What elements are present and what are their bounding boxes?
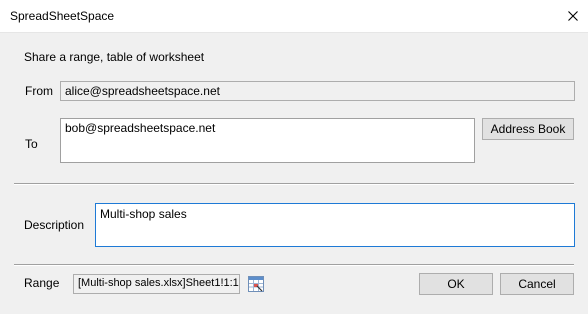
- title-bar: SpreadSheetSpace: [0, 0, 588, 33]
- dialog-heading: Share a range, table of worksheet: [24, 50, 205, 64]
- address-book-button[interactable]: Address Book: [482, 118, 574, 140]
- window-title: SpreadSheetSpace: [10, 9, 115, 23]
- close-button[interactable]: [562, 6, 584, 26]
- from-label: From: [25, 84, 53, 98]
- to-field[interactable]: bob@spreadsheetspace.net: [60, 118, 475, 163]
- to-label: To: [25, 137, 38, 151]
- ok-button[interactable]: OK: [419, 273, 493, 295]
- dialog-window: SpreadSheetSpace Share a range, table of…: [0, 0, 588, 314]
- range-field: [Multi-shop sales.xlsx]Sheet1!1:10: [73, 274, 240, 294]
- range-picker-icon: [248, 276, 264, 292]
- separator-bottom: [14, 264, 574, 266]
- cancel-button[interactable]: Cancel: [500, 273, 574, 295]
- close-icon: [568, 11, 578, 21]
- separator-top: [14, 183, 574, 185]
- description-field[interactable]: Multi-shop sales: [95, 203, 575, 247]
- range-picker-button[interactable]: [247, 275, 265, 293]
- range-label: Range: [24, 276, 60, 290]
- from-field: alice@spreadsheetspace.net: [60, 81, 575, 101]
- description-label: Description: [24, 218, 85, 232]
